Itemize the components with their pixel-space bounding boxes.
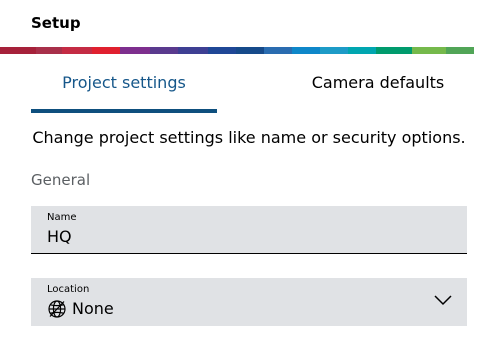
brand-color-bar (0, 47, 484, 54)
page-title: Setup (31, 14, 81, 32)
globe-icon (48, 300, 66, 318)
name-field[interactable]: Name HQ (31, 206, 467, 254)
tab-camera-defaults[interactable]: Camera defaults (280, 72, 476, 94)
active-tab-indicator (31, 109, 217, 113)
location-value-text: None (72, 299, 114, 318)
chevron-down-icon[interactable] (434, 294, 452, 306)
location-selected-value[interactable]: None (47, 298, 114, 320)
location-dropdown[interactable]: Location None (31, 278, 467, 326)
name-field-label: Name (47, 212, 77, 223)
page-description: Change project settings like name or sec… (32, 128, 466, 147)
location-field-label: Location (47, 284, 90, 295)
name-field-value[interactable]: HQ (47, 226, 72, 248)
tab-project-settings[interactable]: Project settings (31, 72, 217, 94)
section-title-general: General (31, 171, 91, 189)
